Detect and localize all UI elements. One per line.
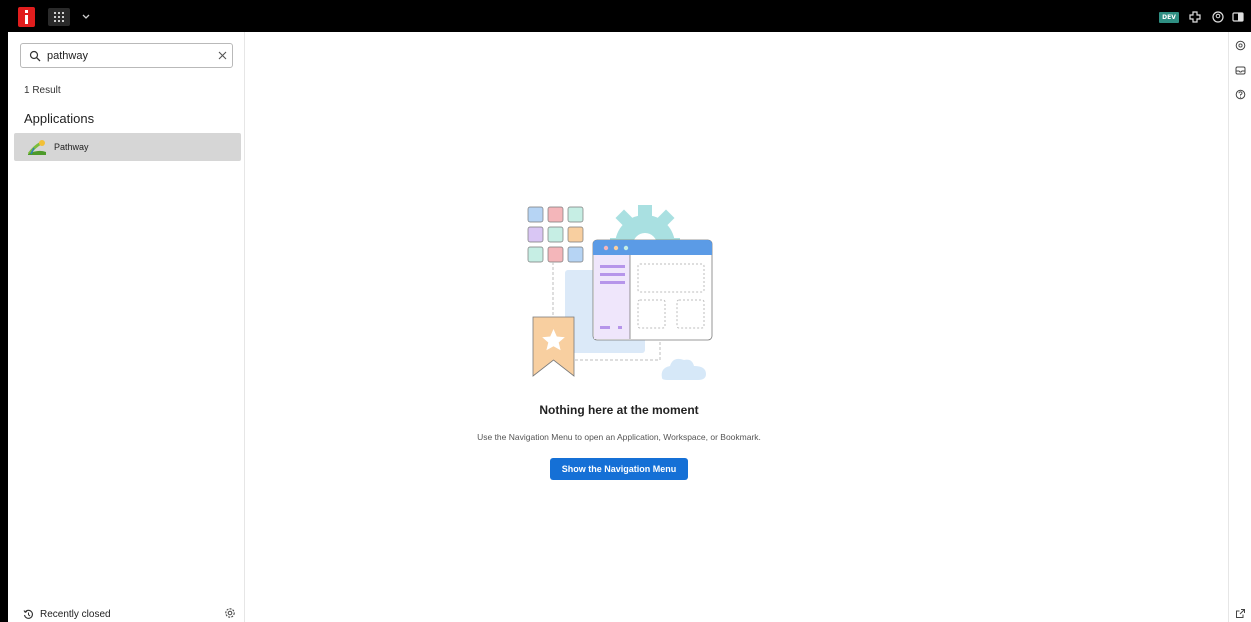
right-rail <box>1228 32 1251 622</box>
app-grid-icon[interactable] <box>48 8 70 26</box>
result-item-pathway[interactable]: Pathway <box>14 133 241 161</box>
show-navigation-menu-button[interactable]: Show the Navigation Menu <box>550 458 688 480</box>
panel-toggle-icon[interactable] <box>1232 11 1244 23</box>
env-badge: DEV <box>1159 12 1179 23</box>
chevron-down-icon[interactable] <box>78 9 94 25</box>
inbox-icon[interactable] <box>1235 65 1246 76</box>
navigation-panel: 1 Result Applications Pathway Recently c… <box>8 32 245 622</box>
search-box <box>20 43 233 68</box>
empty-state-description-text: Use the Navigation Menu to open an Appli… <box>477 432 761 442</box>
external-link-icon[interactable] <box>1235 608 1246 619</box>
search-icon <box>29 50 41 62</box>
pathway-app-icon <box>28 140 46 155</box>
empty-state-title-text: Nothing here at the moment <box>539 403 699 417</box>
top-bar: DEV <box>0 0 1251 32</box>
result-count: 1 Result <box>24 85 61 96</box>
recently-closed-button[interactable]: Recently closed <box>23 606 111 622</box>
search-input[interactable] <box>47 48 207 64</box>
recently-closed-label: Recently closed <box>40 608 111 620</box>
empty-state-title: Nothing here at the moment <box>0 403 1238 417</box>
user-circle-icon[interactable] <box>1212 11 1224 23</box>
settings-icon[interactable] <box>224 607 236 619</box>
result-item-label: Pathway <box>54 142 89 152</box>
clear-search-icon[interactable] <box>217 50 228 61</box>
app-logo-icon[interactable] <box>18 7 35 27</box>
puzzle-icon[interactable] <box>1189 11 1201 23</box>
empty-state-illustration <box>527 205 713 380</box>
section-title-applications: Applications <box>24 111 95 126</box>
left-edge <box>0 32 8 622</box>
gear-chat-icon[interactable] <box>1235 40 1246 51</box>
help-icon[interactable] <box>1235 89 1246 100</box>
history-icon <box>23 609 33 619</box>
empty-state-description: Use the Navigation Menu to open an Appli… <box>0 432 1238 442</box>
